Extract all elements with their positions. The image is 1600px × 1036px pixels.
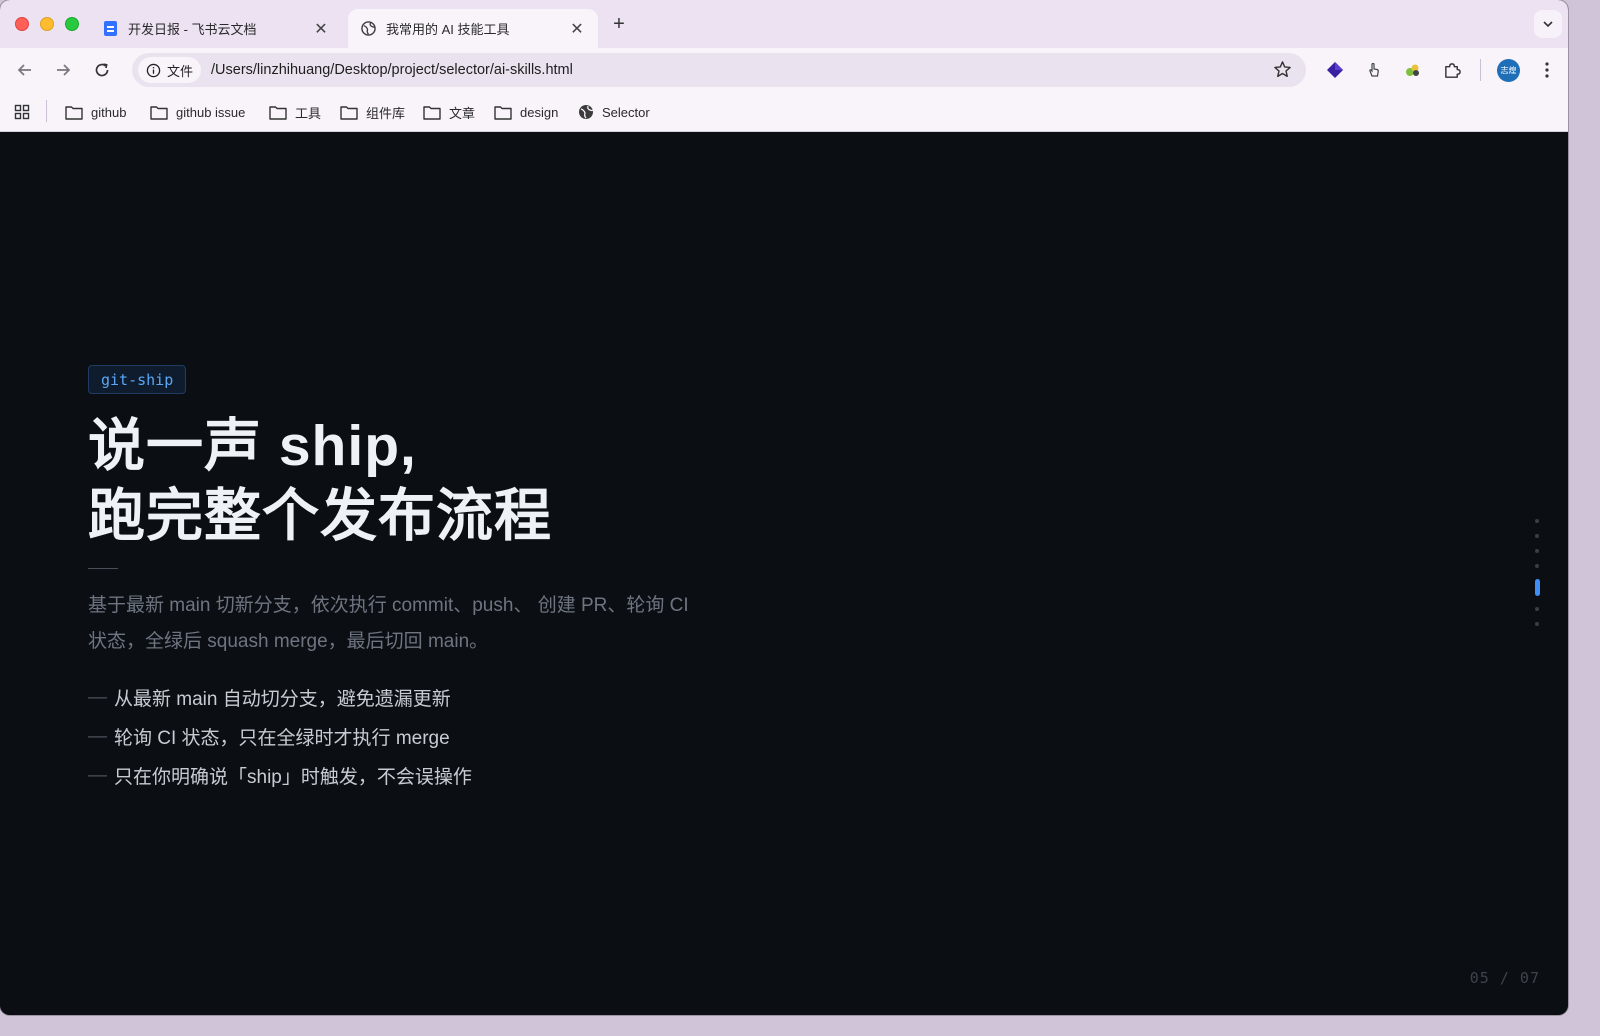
bookmark-label: design xyxy=(520,104,559,120)
tab-title: 我常用的 AI 技能工具 xyxy=(386,22,510,37)
diamond-extension-icon xyxy=(1327,62,1343,78)
extension-colorful-button[interactable] xyxy=(1401,58,1425,82)
feature-list: — 从最新 main 自动切分支，避免遗漏更新 — 轮询 CI 状态，只在全绿时… xyxy=(88,678,472,795)
extensions-button[interactable] xyxy=(1440,58,1464,82)
bookmark-folder-design[interactable]: design xyxy=(494,102,558,122)
bookmark-star-button[interactable] xyxy=(1273,60,1292,84)
bookmark-selector[interactable]: Selector xyxy=(578,102,650,122)
slide-dot[interactable] xyxy=(1535,622,1539,626)
list-item: — 只在你明确说「ship」时触发，不会误操作 xyxy=(88,756,472,795)
close-tab-icon[interactable]: ✕ xyxy=(568,19,586,39)
info-icon xyxy=(146,63,161,77)
url-text[interactable]: /Users/linzhihuang/Desktop/project/selec… xyxy=(211,62,573,78)
bookmark-label: github xyxy=(91,104,127,120)
maximize-window-button[interactable] xyxy=(65,17,79,31)
apps-button[interactable] xyxy=(14,102,30,122)
folder-icon xyxy=(65,105,83,120)
bookmarks-divider xyxy=(46,100,47,122)
arrow-right-icon xyxy=(57,64,71,76)
hand-pointer-icon xyxy=(1369,62,1379,77)
puzzle-color-icon xyxy=(1406,64,1419,76)
chevron-down-icon xyxy=(1543,21,1553,28)
list-item: — 轮询 CI 状态，只在全绿时才执行 merge xyxy=(88,717,472,756)
list-item-text: 只在你明确说「ship」时触发，不会误操作 xyxy=(114,767,472,788)
browser-toolbar: 文件 /Users/linzhihuang/Desktop/project/se… xyxy=(0,48,1568,92)
star-icon xyxy=(1274,61,1291,78)
slide-counter: 05 / 07 xyxy=(1469,969,1540,987)
tab-feishu-doc[interactable]: 开发日报 - 飞书云文档 ✕ xyxy=(90,9,342,48)
site-chip-label: 文件 xyxy=(167,63,194,79)
avatar-text: 志煌 xyxy=(1500,66,1517,75)
tab-search-button[interactable] xyxy=(1534,10,1562,38)
slide-page: git-ship 说一声 ship, 跑完整个发布流程 基于最新 main 切新… xyxy=(0,133,1568,1015)
bookmark-label: 组件库 xyxy=(366,105,406,121)
globe-icon xyxy=(360,21,376,37)
extension-purple-button[interactable] xyxy=(1323,58,1347,82)
reload-icon xyxy=(95,63,109,77)
bookmark-folder-github[interactable]: github xyxy=(65,102,126,122)
headline-line-2: 跑完整个发布流程 xyxy=(88,484,552,548)
bookmark-folder-github-issue[interactable]: github issue xyxy=(150,102,245,122)
feishu-doc-icon xyxy=(102,21,118,37)
site-info-chip[interactable]: 文件 xyxy=(138,57,202,83)
bullet-dash: — xyxy=(88,686,107,708)
bookmark-folder-articles[interactable]: 文章 xyxy=(423,102,475,122)
tab-strip: 开发日报 - 飞书云文档 ✕ 我常用的 AI 技能工具 ✕ + xyxy=(0,0,1568,48)
tab-title: 开发日报 - 飞书云文档 xyxy=(128,22,257,37)
more-vertical-icon xyxy=(1545,62,1549,78)
globe-icon xyxy=(579,105,594,119)
bookmarks-bar: github github issue 工具 组件库 文章 design Sel… xyxy=(0,92,1568,132)
bookmark-folder-components[interactable]: 组件库 xyxy=(340,102,405,122)
skill-tag: git-ship xyxy=(88,365,187,394)
list-item-text: 轮询 CI 状态，只在全绿时才执行 merge xyxy=(114,728,450,749)
close-tab-icon[interactable]: ✕ xyxy=(312,19,330,39)
bookmark-folder-tools[interactable]: 工具 xyxy=(269,102,321,122)
slide-description: 基于最新 main 切新分支，依次执行 commit、push、 创建 PR、轮… xyxy=(88,595,689,652)
slide-dot-active[interactable] xyxy=(1534,579,1540,596)
bullet-dash: — xyxy=(88,764,107,786)
profile-avatar[interactable]: 志煌 xyxy=(1497,59,1520,82)
apps-grid-icon xyxy=(14,104,30,120)
reload-button[interactable] xyxy=(90,58,114,82)
browser-window: 开发日报 - 飞书云文档 ✕ 我常用的 AI 技能工具 ✕ + 文件 /User… xyxy=(0,0,1568,1015)
slide-dot[interactable] xyxy=(1535,607,1539,611)
folder-icon xyxy=(423,105,441,120)
bookmark-label: github issue xyxy=(176,104,246,120)
folder-icon xyxy=(269,105,287,120)
headline-line-1: 说一声 ship, xyxy=(88,414,417,478)
arrow-left-icon xyxy=(17,64,31,76)
folder-icon xyxy=(150,105,168,120)
list-item-text: 从最新 main 自动切分支，避免遗漏更新 xyxy=(114,689,451,710)
address-bar[interactable]: 文件 /Users/linzhihuang/Desktop/project/se… xyxy=(132,53,1306,87)
folder-icon xyxy=(494,105,512,120)
bookmark-label: 工具 xyxy=(295,105,322,121)
slide-dot[interactable] xyxy=(1535,519,1539,523)
back-button[interactable] xyxy=(13,58,37,82)
toolbar-divider xyxy=(1480,59,1481,81)
headline-divider xyxy=(88,568,118,569)
slide-navigation-dots xyxy=(1533,519,1541,637)
slide-headline: 说一声 ship, 跑完整个发布流程 xyxy=(88,411,552,551)
slide-dot[interactable] xyxy=(1535,534,1539,538)
forward-button[interactable] xyxy=(51,58,75,82)
bullet-dash: — xyxy=(88,725,107,747)
tab-ai-skills[interactable]: 我常用的 AI 技能工具 ✕ xyxy=(348,9,598,48)
list-item: — 从最新 main 自动切分支，避免遗漏更新 xyxy=(88,678,472,717)
bookmark-label: 文章 xyxy=(449,105,476,121)
bookmark-label: Selector xyxy=(602,104,650,120)
new-tab-button[interactable]: + xyxy=(608,13,630,36)
extension-hand-button[interactable] xyxy=(1362,58,1386,82)
minimize-window-button[interactable] xyxy=(40,17,54,31)
browser-menu-button[interactable] xyxy=(1535,58,1559,82)
slide-dot[interactable] xyxy=(1535,564,1539,568)
close-window-button[interactable] xyxy=(15,17,29,31)
slide-dot[interactable] xyxy=(1535,549,1539,553)
puzzle-icon xyxy=(1444,62,1461,78)
folder-icon xyxy=(340,105,358,120)
